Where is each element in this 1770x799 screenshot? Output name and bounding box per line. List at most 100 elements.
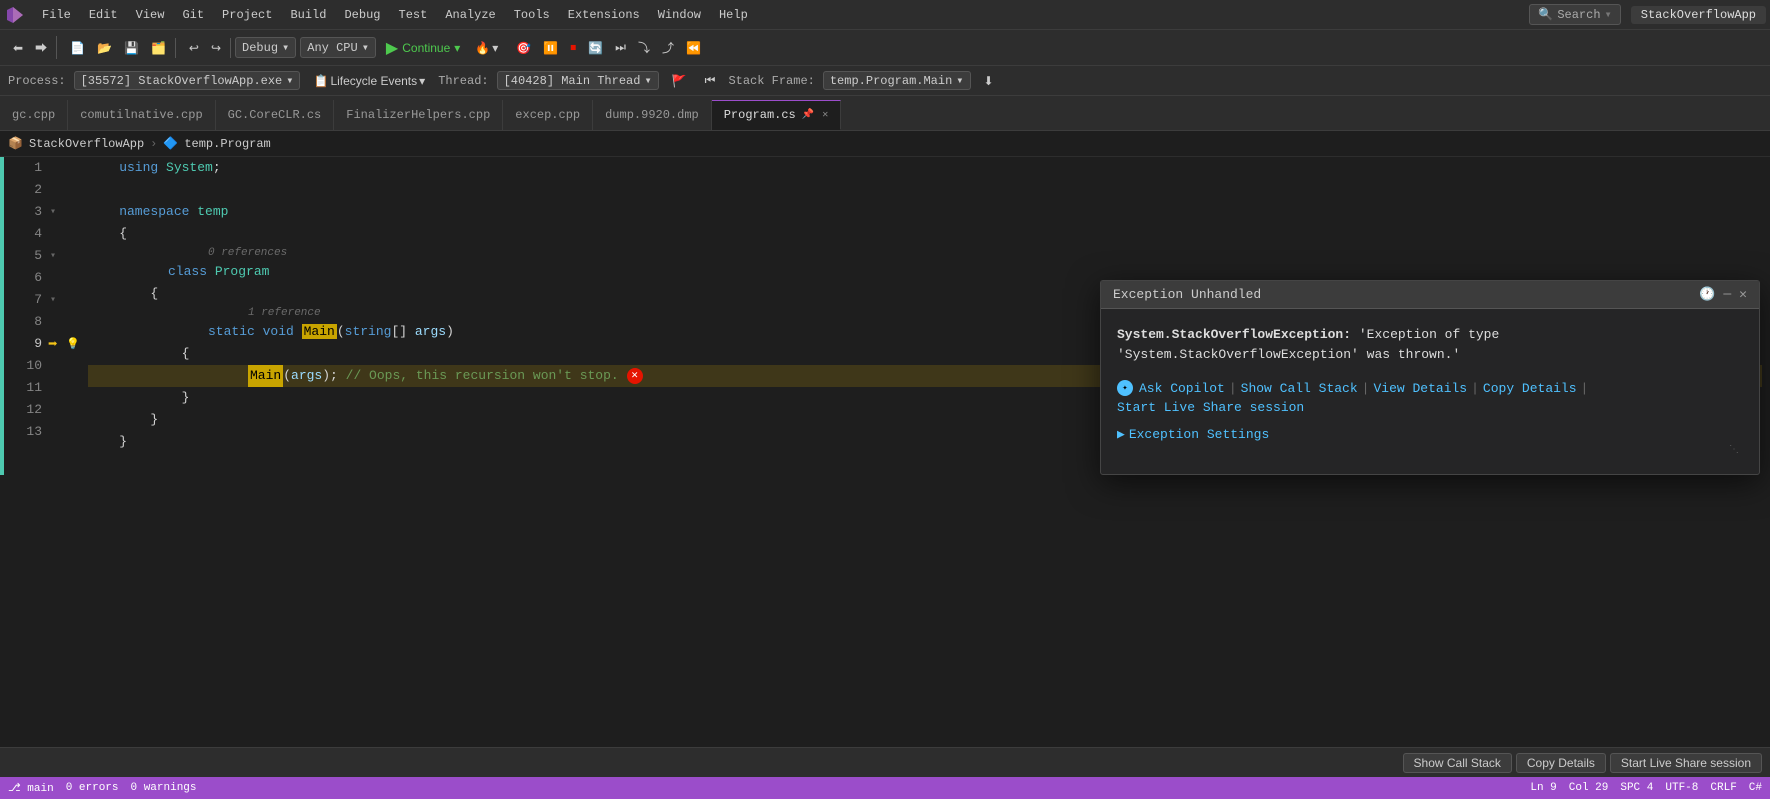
tab-dump-dmp[interactable]: dump.9920.dmp <box>593 100 712 130</box>
menu-edit[interactable]: Edit <box>81 6 126 24</box>
menu-build[interactable]: Build <box>282 6 334 24</box>
menu-analyze[interactable]: Analyze <box>437 6 503 24</box>
exception-settings[interactable]: ▶ Exception Settings <box>1117 427 1743 442</box>
step-into-button[interactable]: ⤵ <box>633 36 655 59</box>
flame-button[interactable]: 🔥▾ <box>470 38 503 58</box>
tab-gc-coreclr-cs[interactable]: GC.CoreCLR.cs <box>216 100 335 130</box>
tab-finalizerhelpers-cpp[interactable]: FinalizerHelpers.cpp <box>334 100 503 130</box>
fold-5[interactable]: ▾ <box>50 250 56 262</box>
search-box[interactable]: 🔍 Search ▾ <box>1529 4 1620 25</box>
comment-text: // Oops, this recursion won't stop. <box>346 365 619 387</box>
new-file-button[interactable]: 📄 <box>65 38 90 58</box>
menu-file[interactable]: File <box>34 6 79 24</box>
tab-gc-cpp[interactable]: gc.cpp <box>0 100 68 130</box>
save-button[interactable]: 💾 <box>119 38 144 58</box>
gutter-5: ▾ <box>50 245 80 267</box>
copilot-icon: ✦ <box>1117 380 1133 396</box>
exception-history-icon[interactable]: 🕐 <box>1699 287 1715 302</box>
exception-close-icon[interactable]: ✕ <box>1739 287 1747 302</box>
step-back-button[interactable]: ⏪ <box>681 38 706 58</box>
stack-frame-expand-button[interactable]: ⬇ <box>979 71 999 91</box>
lifecycle-icon: 📋 <box>313 74 328 88</box>
lifecycle-events-button[interactable]: 📋 Lifecycle Events▾ <box>308 71 430 91</box>
close-brace-1: } <box>88 387 189 409</box>
show-call-stack-link[interactable]: Show Call Stack <box>1241 381 1358 396</box>
line-num-4: 4 <box>0 223 42 245</box>
restart-button[interactable]: 🔄 <box>583 38 608 58</box>
exception-links: ✦ Ask Copilot | Show Call Stack | View D… <box>1117 380 1743 415</box>
start-live-share-link[interactable]: Start Live Share session <box>1117 400 1304 415</box>
forward-button[interactable]: ⮕ <box>30 36 52 59</box>
show-call-stack-button[interactable]: Show Call Stack <box>1403 753 1512 773</box>
back-button[interactable]: ⬅ <box>8 38 28 58</box>
tab-comutilnative-cpp[interactable]: comutilnative.cpp <box>68 100 215 130</box>
menu-debug[interactable]: Debug <box>336 6 388 24</box>
exception-minimize-icon[interactable]: ─ <box>1723 287 1731 302</box>
lightbulb-icon[interactable]: 💡 <box>66 337 80 351</box>
gutter-6 <box>50 267 80 289</box>
redo-button[interactable]: ↪ <box>206 38 226 58</box>
undo-button[interactable]: ↩ <box>184 38 204 58</box>
menu-help[interactable]: Help <box>711 6 756 24</box>
debug-config-dropdown[interactable]: Debug ▾ <box>235 37 296 58</box>
breadcrumb-project[interactable]: StackOverflowApp <box>29 137 144 151</box>
fold-7[interactable]: ▾ <box>50 294 56 306</box>
line-num-7: 7 <box>0 289 42 311</box>
save-all-button[interactable]: 🗂️ <box>146 38 171 58</box>
process-dropdown[interactable]: [35572] StackOverflowApp.exe ▾ <box>74 71 301 90</box>
tab-pin-icon: 📌 <box>802 109 814 121</box>
stack-frame-dropdown[interactable]: temp.Program.Main ▾ <box>823 71 971 90</box>
line-num-2: 2 <box>0 179 42 201</box>
status-col[interactable]: Col 29 <box>1569 782 1609 794</box>
start-live-share-button[interactable]: Start Live Share session <box>1610 753 1762 773</box>
step-over-button[interactable]: ⏭ <box>610 37 631 58</box>
tab-program-cs[interactable]: Program.cs 📌 ✕ <box>712 100 842 130</box>
kw-void: void <box>263 321 302 343</box>
line-num-5: 5 <box>0 245 42 267</box>
thread-flag-button[interactable]: 🚩 <box>667 71 692 91</box>
status-warnings[interactable]: 0 warnings <box>131 782 197 794</box>
status-branch[interactable]: ⎇ main <box>8 781 54 795</box>
copy-details-link[interactable]: Copy Details <box>1483 381 1577 396</box>
resize-handle[interactable]: ⋱ <box>1117 442 1743 458</box>
copy-details-button[interactable]: Copy Details <box>1516 753 1606 773</box>
menu-git[interactable]: Git <box>174 6 212 24</box>
thread-dropdown[interactable]: [40428] Main Thread ▾ <box>497 71 659 90</box>
tab-close-button[interactable]: ✕ <box>822 109 828 121</box>
continue-button[interactable]: ▶ Continue ▾ <box>380 35 466 61</box>
platform-label: Any CPU <box>307 41 357 55</box>
status-language[interactable]: C# <box>1749 782 1762 794</box>
type-system: System <box>166 157 213 179</box>
status-bar: ⎇ main 0 errors 0 warnings Ln 9 Col 29 S… <box>0 777 1770 799</box>
stop-button[interactable]: ⏹ <box>565 37 581 58</box>
ask-copilot-link[interactable]: Ask Copilot <box>1139 381 1225 396</box>
arg-args: args <box>291 365 322 387</box>
platform-dropdown[interactable]: Any CPU ▾ <box>300 37 376 58</box>
dropdown-arrow-icon: ▾ <box>282 40 289 55</box>
menu-view[interactable]: View <box>128 6 173 24</box>
tab-excep-cpp[interactable]: excep.cpp <box>503 100 593 130</box>
view-details-link[interactable]: View Details <box>1373 381 1467 396</box>
status-errors[interactable]: 0 errors <box>66 782 119 794</box>
thread-actions-button[interactable]: ⏮ <box>700 70 721 91</box>
status-line-ending[interactable]: CRLF <box>1710 782 1736 794</box>
status-ln[interactable]: Ln 9 <box>1530 782 1556 794</box>
status-spc[interactable]: SPC 4 <box>1620 782 1653 794</box>
thread-value: [40428] Main Thread <box>504 74 641 88</box>
exception-title-bar: Exception Unhandled 🕐 ─ ✕ <box>1101 281 1759 309</box>
step-out-button[interactable]: ⤴ <box>657 36 679 59</box>
fold-3[interactable]: ▾ <box>50 206 56 218</box>
menu-tools[interactable]: Tools <box>506 6 558 24</box>
open-file-button[interactable]: 📂 <box>92 38 117 58</box>
breadcrumb-namespace[interactable]: temp.Program <box>184 137 270 151</box>
debug-config-label: Debug <box>242 41 278 55</box>
status-encoding[interactable]: UTF-8 <box>1665 782 1698 794</box>
code-line-2 <box>88 179 1762 201</box>
menu-extensions[interactable]: Extensions <box>560 6 648 24</box>
search-label: Search <box>1557 8 1600 22</box>
breakpoints-button[interactable]: ⏸️ <box>538 38 563 58</box>
menu-project[interactable]: Project <box>214 6 280 24</box>
debug-target-button[interactable]: 🎯 <box>511 38 536 58</box>
menu-window[interactable]: Window <box>650 6 709 24</box>
menu-test[interactable]: Test <box>391 6 436 24</box>
